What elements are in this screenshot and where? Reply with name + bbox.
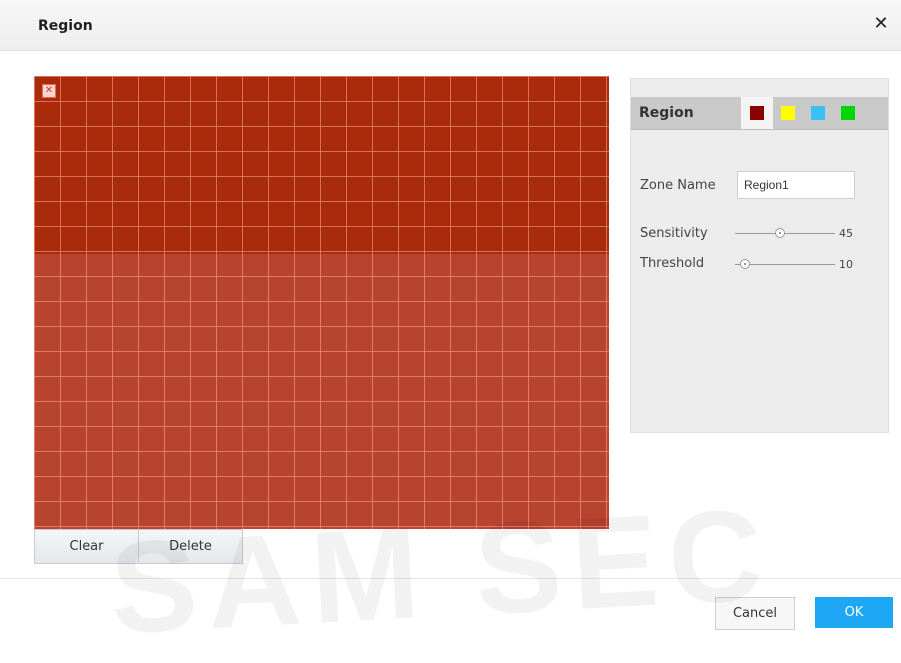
footer-divider (0, 578, 901, 579)
color-swatches (741, 97, 888, 129)
delete-button[interactable]: Delete (138, 529, 243, 564)
close-icon[interactable]: ✕ (871, 14, 891, 34)
swatch-dark-red[interactable] (750, 106, 764, 120)
region-tab-header: Region (631, 97, 888, 130)
cancel-button[interactable]: Cancel (715, 597, 795, 630)
zone-name-label: Zone Name (640, 178, 716, 193)
sensitivity-label: Sensitivity (640, 226, 708, 241)
clear-button[interactable]: Clear (34, 529, 139, 564)
threshold-label: Threshold (640, 256, 705, 271)
dialog-title: Region (38, 18, 93, 34)
motion-grid[interactable]: ✕ (34, 76, 609, 529)
region-dialog: Region ✕ ✕ Clear Delete Region Zone Name… (0, 0, 901, 661)
zone-name-input[interactable] (737, 171, 855, 199)
sensitivity-slider[interactable] (735, 228, 835, 238)
swatch-light-blue[interactable] (811, 106, 825, 120)
ok-button[interactable]: OK (815, 597, 893, 628)
sensitivity-value: 45 (839, 227, 853, 240)
threshold-slider-handle[interactable] (740, 259, 750, 269)
region-tab-label: Region (639, 105, 694, 121)
swatch-green[interactable] (841, 106, 855, 120)
grid-lines (34, 76, 609, 529)
threshold-value: 10 (839, 258, 853, 271)
region-settings-panel: Region Zone Name Sensitivity 45 Threshol… (630, 78, 889, 433)
grid-close-icon[interactable]: ✕ (42, 84, 56, 98)
threshold-slider[interactable] (735, 259, 835, 269)
sensitivity-slider-handle[interactable] (775, 228, 785, 238)
dialog-titlebar: Region ✕ (0, 0, 901, 51)
swatch-yellow[interactable] (781, 106, 795, 120)
